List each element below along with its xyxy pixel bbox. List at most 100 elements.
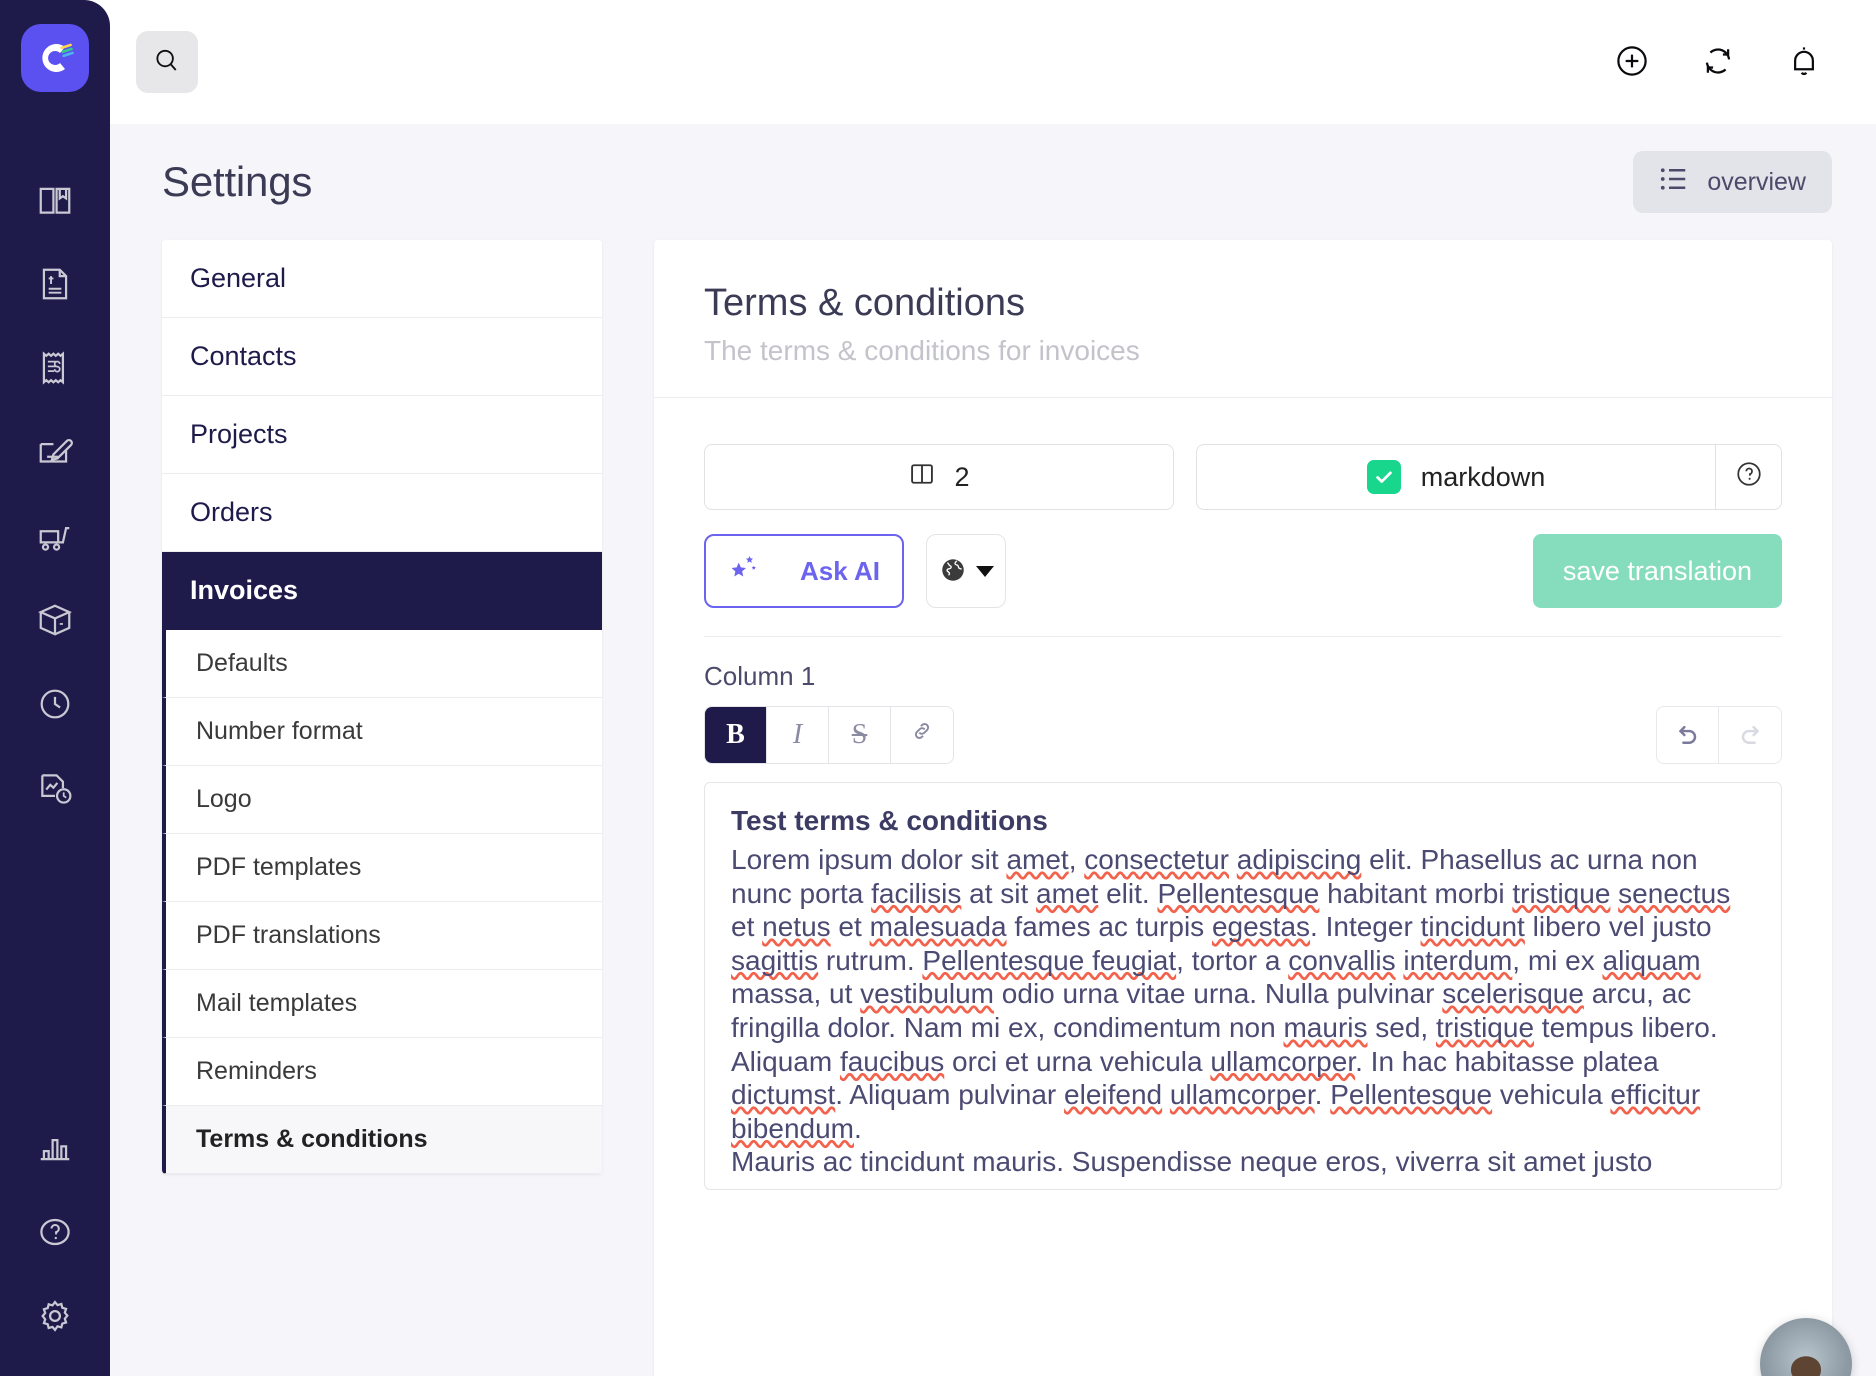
list-icon <box>1659 166 1689 199</box>
nav-label: PDF templates <box>196 853 362 881</box>
card-subtitle: The terms & conditions for invoices <box>704 335 1140 366</box>
nav-label: General <box>190 263 287 293</box>
sidebar-item-help[interactable] <box>0 1190 110 1274</box>
sidebar-item-quotes[interactable] <box>0 242 110 326</box>
sidebar-item-products[interactable] <box>0 578 110 662</box>
column-label: Column 1 <box>704 661 816 691</box>
settings-nav-item-invoices[interactable]: Invoices <box>162 552 602 630</box>
book-icon <box>36 181 74 219</box>
nav-label: Projects <box>190 419 288 449</box>
ask-ai-label: Ask AI <box>800 555 880 586</box>
refresh-icon <box>1699 42 1737 83</box>
actions-row: Ask AI save translation <box>704 534 1782 608</box>
sidebar-item-signatures[interactable] <box>0 410 110 494</box>
package-box-icon <box>36 601 74 639</box>
nav-label: Terms & conditions <box>196 1125 428 1153</box>
settings-nav-item-number-format[interactable]: Number format <box>162 698 602 766</box>
editor-heading: Test terms & conditions <box>731 805 1048 836</box>
receipt-icon <box>36 349 74 387</box>
search-button[interactable] <box>136 31 198 93</box>
nav-label: Reminders <box>196 1057 317 1085</box>
clock-icon <box>36 685 74 723</box>
sidebar-item-deliveries[interactable] <box>0 494 110 578</box>
invoice-document-icon <box>36 265 74 303</box>
nav-label: Logo <box>196 785 252 813</box>
add-button[interactable] <box>1612 42 1652 82</box>
topbar-actions <box>1612 42 1846 82</box>
markdown-toggle-group: markdown <box>1196 444 1782 510</box>
sidebar-icon-list <box>0 158 110 830</box>
terms-conditions-card: Terms & conditions The terms & condition… <box>654 240 1832 1376</box>
help-circle-icon <box>36 1213 74 1251</box>
section-divider <box>704 636 1782 637</box>
question-circle-icon <box>1734 459 1764 496</box>
format-button-group: B I S <box>704 706 954 764</box>
columns-icon <box>908 460 936 495</box>
settings-nav-item-orders[interactable]: Orders <box>162 474 602 552</box>
column-count-value: 2 <box>954 461 970 492</box>
markdown-checkbox[interactable]: markdown <box>1197 445 1715 509</box>
settings-nav-item-logo[interactable]: Logo <box>162 766 602 834</box>
settings-nav-item-defaults[interactable]: Defaults <box>162 630 602 698</box>
undo-icon <box>1674 720 1702 751</box>
sidebar-item-catalog[interactable] <box>0 158 110 242</box>
nav-label: Mail templates <box>196 989 358 1017</box>
controls-row: 2 markdown <box>704 444 1782 510</box>
italic-button[interactable]: I <box>767 707 829 763</box>
notifications-button[interactable] <box>1784 42 1824 82</box>
settings-nav-item-reminders[interactable]: Reminders <box>162 1038 602 1106</box>
page-title: Settings <box>162 158 313 205</box>
sidebar-bottom-icon-list <box>0 1106 110 1358</box>
editor-paragraph-2: Mauris ac tincidunt mauris. Suspendisse … <box>731 1146 1653 1178</box>
save-translation-button[interactable]: save translation <box>1532 534 1782 608</box>
app-logo[interactable] <box>21 24 89 92</box>
primary-sidebar <box>0 0 110 1376</box>
markdown-label: markdown <box>1420 461 1546 492</box>
settings-nav-item-general[interactable]: General <box>162 240 602 318</box>
sync-button[interactable] <box>1698 42 1738 82</box>
top-bar <box>110 0 1876 124</box>
bar-chart-icon <box>36 1129 74 1167</box>
redo-button[interactable] <box>1719 707 1781 763</box>
settings-nav-item-terms-conditions[interactable]: Terms & conditions <box>162 1106 602 1174</box>
settings-nav-item-contacts[interactable]: Contacts <box>162 318 602 396</box>
markdown-help-button[interactable] <box>1715 445 1781 509</box>
sidebar-item-statistics[interactable] <box>0 1106 110 1190</box>
ask-ai-button[interactable]: Ask AI <box>704 534 904 608</box>
sparkle-star-icon <box>726 551 760 592</box>
chevron-down-icon <box>976 565 994 577</box>
link-button[interactable] <box>891 707 953 763</box>
link-icon <box>909 718 935 752</box>
settings-nav-item-projects[interactable]: Projects <box>162 396 602 474</box>
settings-nav: General Contacts Projects Orders Invoice… <box>162 240 602 1174</box>
language-selector[interactable] <box>926 534 1006 608</box>
content-area: Settings overview General Contacts Proje… <box>110 124 1876 1376</box>
editor-toolbar: B I S <box>704 706 1782 764</box>
nav-label: Invoices <box>190 575 299 605</box>
sidebar-item-time[interactable] <box>0 662 110 746</box>
nav-label: Contacts <box>190 341 297 371</box>
overview-button[interactable]: overview <box>1633 151 1832 213</box>
signature-icon <box>36 433 74 471</box>
bold-button[interactable]: B <box>705 707 767 763</box>
column-count-selector[interactable]: 2 <box>704 444 1174 510</box>
nav-label: Defaults <box>196 649 288 677</box>
sidebar-item-settings[interactable] <box>0 1274 110 1358</box>
globe-icon <box>938 555 968 588</box>
sidebar-item-reports[interactable] <box>0 746 110 830</box>
settings-nav-item-mail-templates[interactable]: Mail templates <box>162 970 602 1038</box>
settings-nav-item-pdf-translations[interactable]: PDF translations <box>162 902 602 970</box>
page-header: Settings overview <box>162 124 1832 240</box>
nav-label: PDF translations <box>196 921 381 949</box>
plus-circle-icon <box>1613 42 1651 83</box>
settings-nav-item-pdf-templates[interactable]: PDF templates <box>162 834 602 902</box>
bell-icon <box>1785 42 1823 83</box>
strikethrough-button[interactable]: S <box>829 707 891 763</box>
app-root: Settings overview General Contacts Proje… <box>0 0 1876 1376</box>
card-body: 2 markdown Ask AI save translation Colum… <box>654 398 1832 1190</box>
overview-label: overview <box>1707 167 1806 196</box>
terms-editor[interactable]: Test terms & conditions Lorem ipsum dolo… <box>704 782 1782 1190</box>
sidebar-item-invoices[interactable] <box>0 326 110 410</box>
undo-button[interactable] <box>1657 707 1719 763</box>
search-icon <box>152 46 182 79</box>
